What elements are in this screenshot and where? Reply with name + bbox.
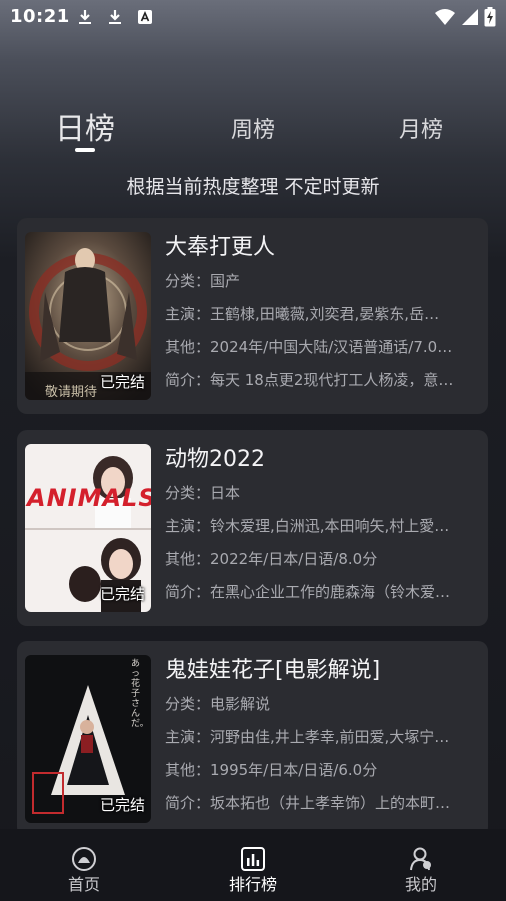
signal-icon bbox=[462, 9, 478, 25]
item-category: 分类：国产 bbox=[165, 272, 241, 290]
item-other: 其他：1995年/日本/日语/6.0分 bbox=[165, 761, 378, 779]
download-icon bbox=[79, 10, 91, 24]
status-bar: 10:21 bbox=[0, 0, 506, 34]
item-other: 其他：2022年/日本/日语/8.0分 bbox=[165, 550, 378, 568]
poster-caption: ANIMALS bbox=[27, 484, 151, 512]
nav-home[interactable]: 首页 bbox=[24, 829, 144, 901]
wifi-icon bbox=[435, 9, 455, 25]
status-time: 10:21 bbox=[10, 6, 70, 27]
status-badge: 已完结 bbox=[99, 373, 145, 391]
battery-charging-icon bbox=[484, 7, 496, 27]
nav-profile[interactable]: 我的 bbox=[361, 829, 481, 901]
list-item[interactable]: あっ 花子さんだ。 已完结 鬼娃娃花子[电影解说] 分类：电影解说 主演：河野由… bbox=[17, 641, 488, 837]
item-category: 分类：电影解说 bbox=[165, 695, 271, 713]
download-icon bbox=[109, 10, 121, 24]
item-other: 其他：2024年/中国大陆/汉语普通话/7.0… bbox=[165, 338, 453, 356]
item-intro: 简介：每天 18点更2现代打工人杨凌，意… bbox=[165, 371, 454, 389]
ranking-icon bbox=[241, 847, 265, 871]
item-title: 鬼娃娃花子[电影解说] bbox=[165, 658, 381, 683]
tab-daily[interactable]: 日榜 bbox=[50, 104, 120, 148]
poster-image: 敬请期待 已完结 bbox=[25, 232, 151, 400]
home-icon bbox=[72, 847, 96, 871]
item-intro: 简介：在黑心企业工作的鹿森海（铃木爱… bbox=[165, 583, 451, 601]
poster-image: ANIMALS 已完结 bbox=[25, 444, 151, 612]
list-item[interactable]: 敬请期待 已完结 大奉打更人 分类：国产 主演：王鹤棣,田曦薇,刘奕君,晏紫东,… bbox=[17, 218, 488, 414]
a-icon bbox=[138, 10, 152, 24]
item-cast: 主演：王鹤棣,田曦薇,刘奕君,晏紫东,岳… bbox=[165, 305, 440, 323]
tab-active-indicator bbox=[75, 148, 95, 152]
nav-ranking-label: 排行榜 bbox=[228, 875, 277, 894]
poster-caption: あっ 花子さんだ。 bbox=[131, 659, 149, 729]
tab-weekly[interactable]: 周榜 bbox=[218, 112, 288, 144]
profile-icon bbox=[410, 847, 431, 871]
item-title: 动物2022 bbox=[165, 447, 265, 472]
poster-image: あっ 花子さんだ。 已完结 bbox=[25, 655, 151, 823]
status-badge: 已完结 bbox=[99, 585, 145, 603]
ranking-subtitle: 根据当前热度整理 不定时更新 bbox=[126, 176, 380, 198]
nav-home-label: 首页 bbox=[67, 875, 100, 894]
item-cast: 主演：河野由佳,井上孝幸,前田爱,大塚宁… bbox=[165, 728, 450, 746]
list-item[interactable]: ANIMALS 已完结 动物2022 分类：日本 主演：铃木爱理,白洲迅,本田响… bbox=[17, 430, 488, 626]
item-cast: 主演：铃木爱理,白洲迅,本田响矢,村上愛… bbox=[165, 517, 450, 535]
poster-caption: 敬请期待 bbox=[45, 385, 98, 400]
item-intro: 简介：坂本拓也（井上孝幸饰）上的本町… bbox=[165, 794, 451, 812]
item-category: 分类：日本 bbox=[165, 484, 241, 502]
tab-monthly[interactable]: 月榜 bbox=[386, 112, 456, 144]
bottom-nav: 首页 排行榜 我的 bbox=[0, 829, 506, 901]
item-title: 大奉打更人 bbox=[165, 235, 276, 260]
status-badge: 已完结 bbox=[99, 796, 145, 814]
nav-profile-label: 我的 bbox=[404, 875, 437, 894]
nav-ranking[interactable]: 排行榜 bbox=[193, 829, 313, 901]
